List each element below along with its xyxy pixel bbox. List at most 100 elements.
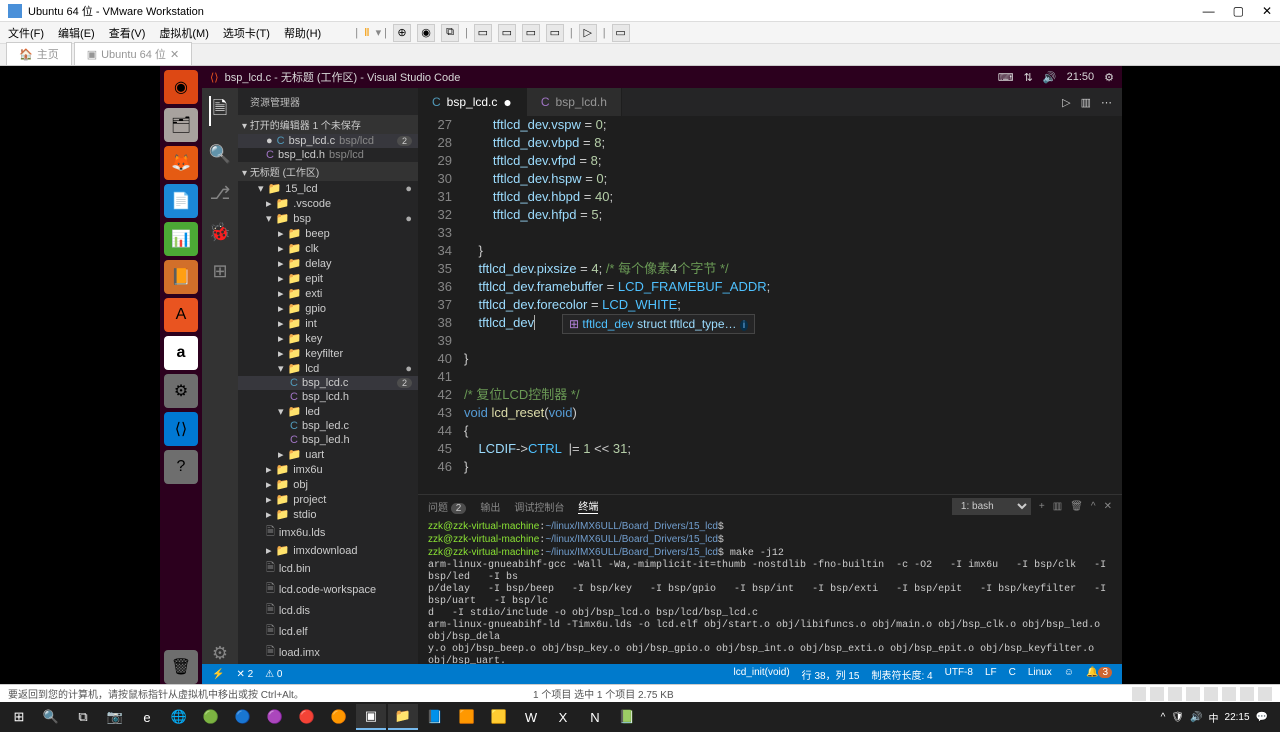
files-icon[interactable]: 🗂 <box>164 108 198 142</box>
tree-file[interactable]: 🗎 lcd.elf <box>238 621 418 642</box>
calc-icon[interactable]: 📊 <box>164 222 198 256</box>
taskbar-app[interactable]: 🌐 <box>164 704 194 730</box>
device-icon[interactable] <box>1186 687 1200 701</box>
tree-folder[interactable]: ▸ 📁 key <box>238 331 418 346</box>
menu-view[interactable]: 查看(V) <box>109 25 146 41</box>
split-terminal-icon[interactable]: ▥ <box>1053 501 1062 512</box>
minimap[interactable] <box>1072 116 1122 494</box>
firefox-icon[interactable]: 🦊 <box>164 146 198 180</box>
device-icon[interactable] <box>1258 687 1272 701</box>
close-button[interactable]: ✕ <box>1262 4 1272 18</box>
volume-icon[interactable]: 🔊 <box>1043 71 1057 84</box>
taskbar-app[interactable]: W <box>516 704 546 730</box>
status-eol[interactable]: LF <box>985 667 997 682</box>
vm-tab[interactable]: ▣ Ubuntu 64 位 ✕ <box>74 42 192 65</box>
close-terminal-icon[interactable]: ✕ <box>1104 501 1112 512</box>
taskbar-app[interactable]: X <box>548 704 578 730</box>
vscode-launcher-icon[interactable]: ⟨⟩ <box>164 412 198 446</box>
tree-folder[interactable]: ▸ 📁 .vscode <box>238 196 418 211</box>
status-remote[interactable]: ⚡ <box>212 669 224 680</box>
toolbar-btn[interactable]: ▷ <box>579 24 597 42</box>
explorer-icon[interactable]: 🗎 <box>209 96 227 126</box>
editor-tab[interactable]: C bsp_lcd.c ● <box>418 88 527 116</box>
tree-folder[interactable]: ▸ 📁 delay <box>238 256 418 271</box>
network-icon[interactable]: ⇅ <box>1024 71 1033 84</box>
tree-file[interactable]: 🗎 imx6u.lds <box>238 522 418 543</box>
open-editors-section[interactable]: ▾ 打开的编辑器 1 个未保存 <box>238 115 418 134</box>
maximize-button[interactable]: ▢ <box>1233 4 1244 18</box>
tree-file[interactable]: ▸ 📁 imx6u <box>238 462 418 477</box>
taskbar-app[interactable]: 📗 <box>612 704 642 730</box>
taskbar-app[interactable]: 🟨 <box>484 704 514 730</box>
toolbar-btn[interactable]: ⊕ <box>393 24 411 42</box>
taskbar-app[interactable]: ▣ <box>356 704 386 730</box>
shell-select[interactable]: 1: bash <box>952 498 1031 515</box>
search-icon[interactable]: 🔍 <box>209 144 231 165</box>
more-icon[interactable]: ⋯ <box>1101 96 1112 109</box>
toolbar-btn[interactable]: ▭ <box>546 24 564 42</box>
toolbar-btn[interactable]: ⧉ <box>441 24 459 42</box>
status-function[interactable]: lcd_init(void) <box>734 667 790 682</box>
new-terminal-icon[interactable]: + <box>1039 501 1045 512</box>
workspace-section[interactable]: ▾ 无标题 (工作区) <box>238 162 418 181</box>
tree-file[interactable]: 🗎 lcd.code-workspace <box>238 579 418 600</box>
status-encoding[interactable]: UTF-8 <box>945 667 973 682</box>
menu-vm[interactable]: 虚拟机(M) <box>159 25 209 41</box>
toolbar-btn[interactable]: ▭ <box>522 24 540 42</box>
tree-file[interactable]: 🗎 lcd.bin <box>238 558 418 579</box>
terminal-output[interactable]: zzk@zzk-virtual-machine:~/linux/IMX6ULL/… <box>418 517 1122 664</box>
tray-icon[interactable]: 🔊 <box>1190 712 1202 723</box>
status-indent[interactable]: 制表符长度: 4 <box>871 667 932 682</box>
open-editor-item[interactable]: ● C bsp_lcd.c bsp/lcd2 <box>238 134 418 148</box>
settings-icon[interactable]: ⚙ <box>164 374 198 408</box>
tree-file[interactable]: ▸ 📁 imxdownload <box>238 543 418 558</box>
tree-file[interactable]: ▸ 📁 project <box>238 492 418 507</box>
tree-folder[interactable]: ▸ 📁 epit <box>238 271 418 286</box>
tree-file[interactable]: C bsp_lcd.c2 <box>238 376 418 390</box>
home-tab[interactable]: 🏠 主页 <box>6 42 72 65</box>
start-button[interactable]: ⊞ <box>4 704 34 730</box>
tree-folder[interactable]: ▾ 📁 15_lcd● <box>238 181 418 196</box>
kill-terminal-icon[interactable]: 🗑 <box>1070 501 1083 512</box>
toolbar-btn[interactable]: ▭ <box>612 24 630 42</box>
tree-file[interactable]: 🗎 lcd.dis <box>238 600 418 621</box>
tree-file[interactable]: C bsp_lcd.h <box>238 390 418 404</box>
tree-folder[interactable]: ▸ 📁 keyfilter <box>238 346 418 361</box>
debug-console-tab[interactable]: 调试控制台 <box>514 499 564 514</box>
menu-help[interactable]: 帮助(H) <box>284 25 321 41</box>
menu-edit[interactable]: 编辑(E) <box>58 25 95 41</box>
output-tab[interactable]: 输出 <box>480 499 500 514</box>
editor-tab[interactable]: C bsp_lcd.h <box>527 88 622 116</box>
tree-folder[interactable]: ▾ 📁 lcd● <box>238 361 418 376</box>
status-bell[interactable]: 🔔3 <box>1086 667 1112 682</box>
settings-gear-icon[interactable]: ⚙ <box>212 643 228 664</box>
tray-notifications-icon[interactable]: 💬 <box>1256 712 1268 723</box>
tree-folder[interactable]: ▾ 📁 bsp● <box>238 211 418 226</box>
toolbar-btn[interactable]: ▭ <box>474 24 492 42</box>
tree-folder[interactable]: ▾ 📁 led <box>238 404 418 419</box>
status-feedback[interactable]: ☺ <box>1064 667 1074 682</box>
tree-folder[interactable]: ▸ 📁 exti <box>238 286 418 301</box>
status-position[interactable]: 行 38，列 15 <box>802 667 860 682</box>
run-icon[interactable]: ▷ <box>1062 96 1070 109</box>
tray-chevron-icon[interactable]: ^ <box>1161 712 1166 723</box>
device-icon[interactable] <box>1150 687 1164 701</box>
taskbar-app[interactable]: 🟢 <box>196 704 226 730</box>
tree-folder[interactable]: ▸ 📁 uart <box>238 447 418 462</box>
status-os[interactable]: Linux <box>1028 667 1052 682</box>
taskbar-app[interactable]: 📘 <box>420 704 450 730</box>
writer-icon[interactable]: 📄 <box>164 184 198 218</box>
intellisense-popup[interactable]: ⊞ tftlcd_dev struct tftlcd_type… i <box>562 314 755 334</box>
minimize-button[interactable]: — <box>1203 4 1215 18</box>
menu-file[interactable]: 文件(F) <box>8 25 44 41</box>
maximize-terminal-icon[interactable]: ^ <box>1091 501 1096 512</box>
taskbar-app[interactable]: N <box>580 704 610 730</box>
problems-tab[interactable]: 问题 2 <box>428 499 466 514</box>
toolbar-btn[interactable]: ◉ <box>417 24 435 42</box>
open-editor-item[interactable]: C bsp_lcd.h bsp/lcd <box>238 148 418 162</box>
tray-ime[interactable]: 中 <box>1209 710 1219 725</box>
taskbar-app[interactable]: e <box>132 704 162 730</box>
input-icon[interactable]: ⌨ <box>998 71 1014 84</box>
status-warnings[interactable]: ⚠ 0 <box>265 669 282 680</box>
debug-icon[interactable]: 🐞 <box>209 222 231 243</box>
